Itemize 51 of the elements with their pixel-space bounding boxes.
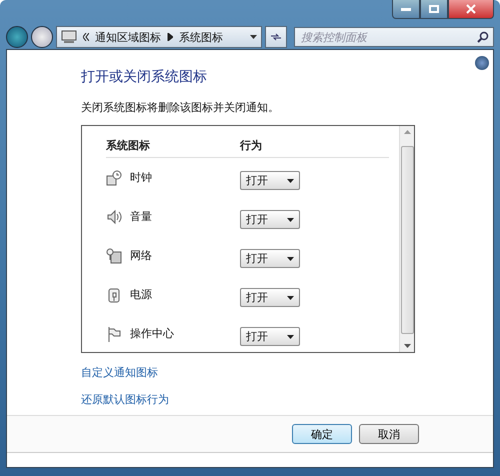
search-box[interactable]: 搜索控制面板 [294, 27, 494, 47]
search-field[interactable]: 搜索控制面板 [299, 30, 477, 44]
link[interactable]: 自定义通知图标 [81, 365, 158, 380]
close-button[interactable] [448, 0, 494, 19]
system-icon [106, 248, 122, 264]
description-text: 关闭系统图标将删除该图标并关闭通知。 [81, 100, 280, 115]
dropdown-arrow-icon [287, 256, 294, 260]
behavior-dropdown[interactable]: 打开 [240, 210, 300, 229]
column-header: 系统图标 [106, 139, 150, 152]
minimize-button[interactable] [392, 0, 420, 19]
column-header: 行为 [240, 138, 262, 153]
dropdown-arrow-icon [287, 218, 294, 222]
breadcrumb[interactable]: 系统图标 [179, 30, 223, 44]
back-button[interactable] [6, 26, 28, 48]
scroll-down-icon[interactable] [404, 344, 410, 348]
dropdown-arrow-icon[interactable] [250, 35, 257, 39]
search-icon[interactable] [477, 31, 489, 43]
behavior-dropdown[interactable]: 打开 [240, 171, 300, 190]
system-icon [106, 326, 122, 342]
refresh-icon [270, 32, 282, 42]
icon-name: 网络 [130, 248, 152, 263]
link[interactable]: 还原默认图标行为 [81, 392, 169, 407]
behavior-dropdown[interactable]: 打开 [240, 249, 300, 268]
triangle-icon [167, 33, 173, 41]
dropdown-arrow-icon [287, 296, 294, 300]
system-icon [106, 170, 122, 186]
icon-name: 音量 [130, 209, 152, 224]
forward-button[interactable] [31, 26, 53, 48]
icon-name: 操作中心 [130, 326, 174, 341]
scrollbar[interactable] [399, 126, 414, 352]
page-heading: 打开或关闭系统图标 [81, 68, 208, 86]
address-bar[interactable]: 通知区域图标 系统图标 [56, 26, 262, 48]
maximize-button[interactable] [420, 0, 448, 19]
refresh-button[interactable] [265, 26, 287, 48]
behavior-dropdown[interactable]: 打开 [240, 327, 300, 346]
close-icon [466, 4, 476, 14]
minimize-icon [401, 8, 411, 10]
system-icon [106, 286, 122, 302]
help-icon[interactable] [475, 56, 489, 70]
chevron-icon [83, 33, 89, 41]
behavior-dropdown[interactable]: 打开 [240, 288, 300, 307]
dropdown-arrow-icon [287, 178, 294, 182]
system-icon [106, 208, 122, 224]
icon-name: 时钟 [130, 170, 152, 185]
breadcrumb[interactable]: 通知区域图标 [95, 30, 161, 44]
ok-button[interactable]: 确定 [292, 424, 352, 444]
maximize-icon [429, 5, 439, 13]
cancel-button[interactable]: 取消 [359, 424, 419, 444]
icon-name: 电源 [130, 287, 152, 302]
dropdown-arrow-icon [287, 334, 294, 338]
computer-icon [61, 30, 77, 44]
